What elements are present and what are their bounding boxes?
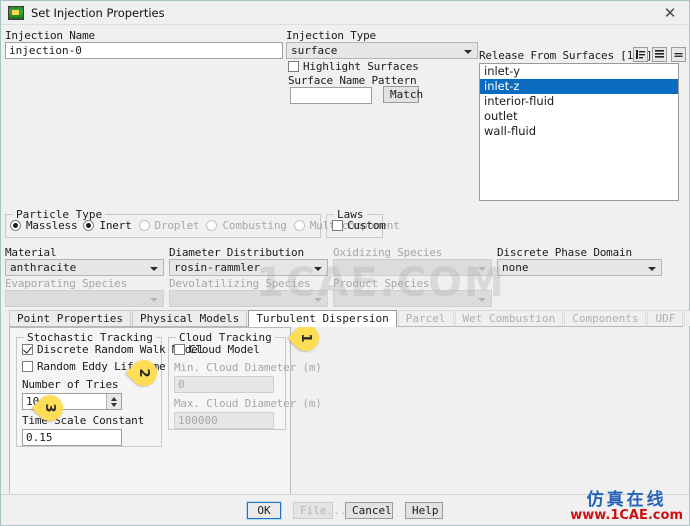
time-scale-constant-label: Time Scale Constant (22, 414, 145, 427)
discrete-phase-domain-label: Discrete Phase Domain (497, 246, 632, 259)
tab-point-properties[interactable]: Point Properties (9, 310, 131, 326)
checkbox-box (332, 220, 343, 231)
min-cloud-diameter-label: Min. Cloud Diameter (m) (174, 361, 322, 374)
diameter-distribution-select[interactable]: rosin-rammler (169, 259, 328, 276)
tab-bar: Point Properties Physical Models Turbule… (9, 310, 690, 327)
time-scale-constant-input[interactable]: 0.15 (22, 429, 122, 446)
window-title: Set Injection Properties (31, 5, 165, 20)
title-bar: Set Injection Properties ✕ (1, 1, 689, 25)
cloud-tracking-group: Cloud Tracking Cloud Model Min. Cloud Di… (168, 331, 322, 430)
radio-multicomponent (293, 220, 305, 231)
material-label: Material (5, 246, 57, 259)
radio-inert[interactable] (83, 220, 95, 231)
stochastic-tracking-legend: Stochastic Tracking (24, 331, 156, 344)
radio-droplet (138, 220, 150, 231)
stochastic-tracking-group: Stochastic Tracking Discrete Random Walk… (16, 331, 204, 447)
number-of-tries-input[interactable]: 10 (23, 394, 106, 409)
cloud-tracking-legend: Cloud Tracking (176, 331, 275, 344)
max-cloud-diameter-input: 100000 (174, 412, 274, 429)
match-button[interactable]: Match (383, 86, 423, 103)
release-from-surfaces-label: Release From Surfaces [1/5] (479, 49, 653, 62)
list-item[interactable]: wall-fluid (480, 124, 678, 139)
oxidizing-species-label: Oxidizing Species (333, 246, 443, 259)
ok-button[interactable]: OK (246, 500, 282, 520)
tab-turbulent-dispersion[interactable]: Turbulent Dispersion (248, 310, 397, 327)
tab-udf: UDF (647, 310, 684, 326)
product-species-select (333, 290, 492, 307)
release-from-surfaces-list[interactable]: inlet-y inlet-z interior-fluid outlet wa… (479, 63, 679, 201)
list-item[interactable]: outlet (480, 109, 678, 124)
tab-wet-combustion: Wet Combustion (454, 310, 564, 326)
highlight-surfaces-checkbox[interactable]: Highlight Surfaces (288, 60, 419, 73)
equals-icon[interactable] (671, 47, 686, 62)
injection-type-select[interactable]: surface (286, 42, 478, 59)
help-button[interactable]: Help (405, 501, 443, 519)
checkbox-box (22, 344, 33, 355)
product-species-label: Product Species (333, 277, 430, 290)
cancel-button[interactable]: Cancel (345, 501, 393, 519)
checkbox-box (22, 361, 33, 372)
injection-name-label: Injection Name (5, 29, 95, 42)
evaporating-species-select (5, 290, 164, 307)
laws-group: Laws Custom (326, 208, 386, 238)
devolatilizing-species-label: Devolatilizing Species (169, 277, 311, 290)
checkbox-box (174, 344, 185, 355)
tab-parcel: Parcel (397, 310, 454, 326)
surface-name-pattern-input[interactable] (290, 87, 372, 104)
radio-massless[interactable] (10, 220, 21, 231)
callout-marker-1: 1 (287, 319, 325, 357)
particle-type-legend: Particle Type (13, 208, 106, 221)
cloud-model-label: Cloud Model (189, 343, 260, 356)
number-of-tries-label: Number of Tries (22, 378, 119, 391)
release-surfaces-toolbar (633, 47, 686, 62)
random-eddy-lifetime-checkbox[interactable]: Random Eddy Lifetime (17, 356, 166, 373)
fluent-app-icon (8, 5, 24, 20)
max-cloud-diameter-label: Max. Cloud Diameter (m) (174, 397, 322, 410)
discrete-phase-domain-select[interactable]: none (497, 259, 662, 276)
evaporating-species-label: Evaporating Species (5, 277, 128, 290)
injection-name-input[interactable]: injection-0 (5, 42, 283, 59)
select-filter-icon[interactable] (633, 47, 648, 62)
material-select[interactable]: anthracite (5, 259, 164, 276)
number-of-tries-stepper[interactable]: 10 (22, 393, 122, 410)
random-eddy-lifetime-label: Random Eddy Lifetime (37, 360, 166, 373)
list-item[interactable]: inlet-z (480, 79, 678, 94)
list-icon[interactable] (652, 47, 667, 62)
list-item[interactable]: inlet-y (480, 64, 678, 79)
dialog-button-bar: OK File... Cancel Help (1, 494, 689, 525)
tab-multiple-reactions: Multiple Reactions (684, 310, 690, 326)
tab-physical-models[interactable]: Physical Models (131, 310, 248, 326)
turbulent-dispersion-panel: Stochastic Tracking Discrete Random Walk… (9, 327, 322, 506)
radio-combusting (206, 220, 218, 231)
min-cloud-diameter-input: 0 (174, 376, 274, 393)
dialog-body: Injection Name injection-0 Injection Typ… (1, 25, 690, 526)
oxidizing-species-select (333, 259, 492, 276)
set-injection-properties-dialog: Set Injection Properties ✕ Injection Nam… (0, 0, 690, 526)
number-of-tries-spinner[interactable] (106, 394, 121, 409)
list-item[interactable]: interior-fluid (480, 94, 678, 109)
tab-components: Components (564, 310, 647, 326)
diameter-distribution-label: Diameter Distribution (169, 246, 304, 259)
devolatilizing-species-select (169, 290, 328, 307)
particle-type-group: Particle Type Massless Inert Droplet Com… (5, 208, 400, 238)
injection-type-label: Injection Type (286, 29, 376, 42)
close-icon[interactable]: ✕ (651, 1, 689, 25)
radio-combusting-label: Combusting (222, 219, 287, 232)
radio-droplet-label: Droplet (154, 219, 200, 232)
file-button: File... (293, 501, 346, 519)
highlight-surfaces-label: Highlight Surfaces (303, 60, 419, 73)
checkbox-box (288, 61, 299, 72)
